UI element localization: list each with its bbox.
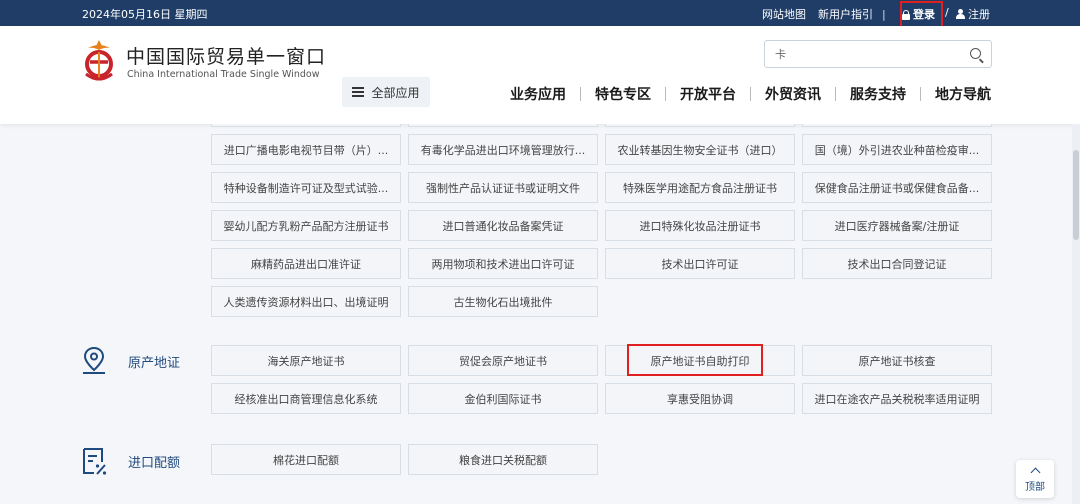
- back-to-top-button[interactable]: 顶部: [1016, 460, 1054, 498]
- app-card[interactable]: 金伯利国际证书: [408, 383, 598, 414]
- back-to-top-label: 顶部: [1025, 481, 1045, 493]
- partial-card: [605, 124, 795, 127]
- app-card[interactable]: 麻精药品进出口准许证: [211, 248, 401, 279]
- brand-name-en: China International Trade Single Window: [127, 69, 320, 80]
- main-nav: 业务应用 特色专区 开放平台 外贸资讯 服务支持 地方导航: [510, 84, 991, 104]
- section-label: 原产地证: [128, 355, 181, 371]
- app-card[interactable]: 进口广播电影电视节目带（片）...: [211, 134, 401, 165]
- app-card[interactable]: 海关原产地证书: [211, 345, 401, 376]
- partial-card: [802, 124, 992, 127]
- nav-local-navigation[interactable]: 地方导航: [935, 84, 991, 104]
- nav-featured-zone[interactable]: 特色专区: [595, 84, 651, 104]
- app-card[interactable]: 技术出口许可证: [605, 248, 795, 279]
- single-window-logo-icon[interactable]: [80, 38, 118, 84]
- nav-open-platform[interactable]: 开放平台: [680, 84, 736, 104]
- nav-trade-news[interactable]: 外贸资讯: [765, 84, 821, 104]
- login-register-slash: /: [945, 6, 949, 19]
- app-card[interactable]: 技术出口合同登记证: [802, 248, 992, 279]
- app-card[interactable]: 两用物项和技术进出口许可证: [408, 248, 598, 279]
- app-card[interactable]: 古生物化石出境批件: [408, 286, 598, 317]
- current-date: 2024年05月16日 星期四: [82, 8, 208, 21]
- search-icon[interactable]: [970, 48, 981, 59]
- app-card[interactable]: 进口医疗器械备案/注册证: [802, 210, 992, 241]
- search-box: [764, 40, 992, 68]
- app-card[interactable]: 国（境）外引进农业种苗检疫审...: [802, 134, 992, 165]
- nav-service-support[interactable]: 服务支持: [850, 84, 906, 104]
- login-highlight-box: [900, 1, 943, 29]
- menu-icon: [352, 87, 365, 97]
- register-link[interactable]: 注册: [955, 6, 990, 22]
- search-input[interactable]: [765, 41, 955, 67]
- nav-separator: [920, 87, 921, 101]
- nav-separator: [750, 87, 751, 101]
- section-import-quota: 进口配额: [80, 446, 180, 476]
- location-pin-icon: [83, 346, 105, 374]
- brand-name-cn[interactable]: 中国国际贸易单一窗口: [126, 42, 326, 69]
- app-card[interactable]: 婴幼儿配方乳粉产品配方注册证书: [211, 210, 401, 241]
- top-links: 网站地图 新用户指引 |: [762, 6, 895, 22]
- nav-business-apps[interactable]: 业务应用: [510, 84, 566, 104]
- site-map-link[interactable]: 网站地图: [762, 6, 806, 22]
- app-card[interactable]: 贸促会原产地证书: [408, 345, 598, 376]
- chevron-up-icon: [1030, 467, 1040, 477]
- register-label: 注册: [968, 8, 990, 21]
- new-user-guide-link[interactable]: 新用户指引: [818, 6, 873, 22]
- scrollbar-thumb[interactable]: [1073, 150, 1079, 240]
- target-highlight-box: [627, 344, 763, 376]
- nav-separator: [835, 87, 836, 101]
- quota-document-icon: [83, 448, 107, 475]
- app-card[interactable]: 保健食品注册证书或保健食品备...: [802, 172, 992, 203]
- top-divider: |: [882, 7, 886, 21]
- app-card[interactable]: 特种设备制造许可证及型式试验...: [211, 172, 401, 203]
- nav-separator: [580, 87, 581, 101]
- app-card[interactable]: 经核准出口商管理信息化系统: [211, 383, 401, 414]
- all-apps-button[interactable]: 全部应用: [342, 77, 430, 107]
- user-icon: [955, 9, 965, 19]
- all-apps-label: 全部应用: [371, 85, 420, 100]
- partial-card: [408, 124, 598, 127]
- app-card[interactable]: 人类遗传资源材料出口、出境证明: [211, 286, 401, 317]
- section-label: 进口配额: [128, 455, 181, 471]
- app-card[interactable]: 进口特殊化妆品注册证书: [605, 210, 795, 241]
- app-card[interactable]: 强制性产品认证证书或证明文件: [408, 172, 598, 203]
- app-card[interactable]: 农业转基因生物安全证书（进口）: [605, 134, 795, 165]
- section-origin-certificate: 原产地证: [80, 346, 180, 376]
- app-card[interactable]: 原产地证书核查: [802, 345, 992, 376]
- partial-card: [211, 124, 401, 127]
- app-card[interactable]: 粮食进口关税配额: [408, 444, 598, 475]
- app-card[interactable]: 特殊医学用途配方食品注册证书: [605, 172, 795, 203]
- app-card[interactable]: 棉花进口配额: [211, 444, 401, 475]
- app-card[interactable]: 进口普通化妆品备案凭证: [408, 210, 598, 241]
- app-card[interactable]: 享惠受阻协调: [605, 383, 795, 414]
- app-card[interactable]: 进口在途农产品关税税率适用证明: [802, 383, 992, 414]
- app-card[interactable]: 有毒化学品进出口环境管理放行...: [408, 134, 598, 165]
- nav-separator: [665, 87, 666, 101]
